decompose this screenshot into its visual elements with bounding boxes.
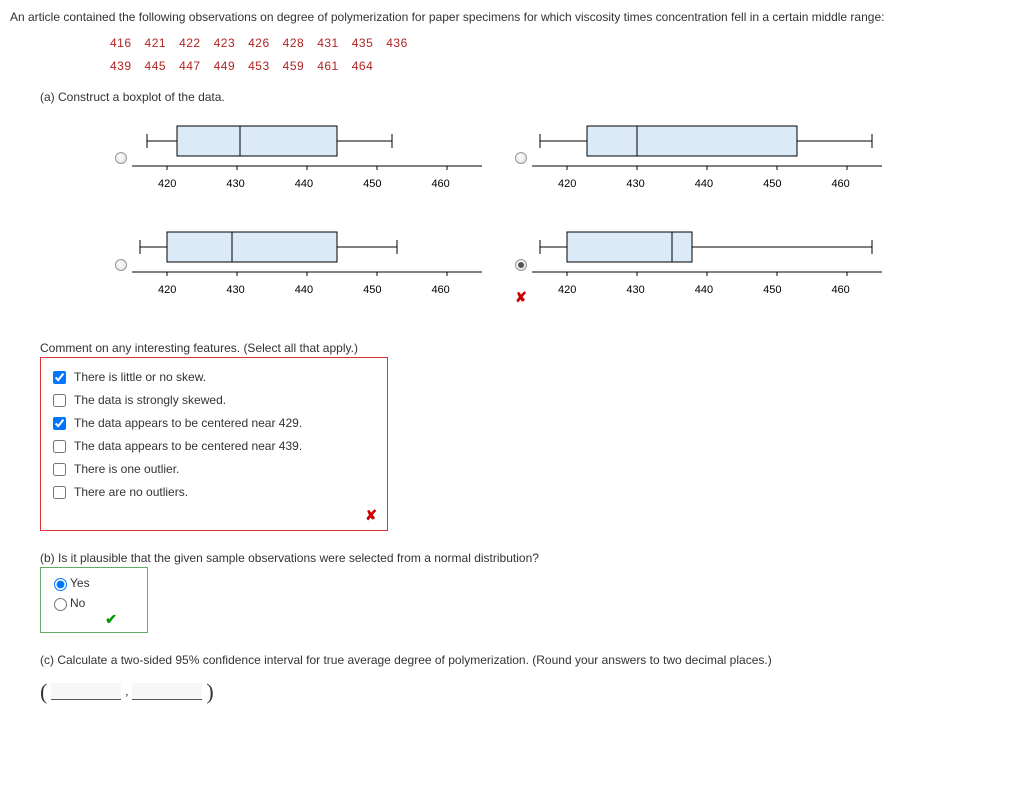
feature-checkbox-group: There is little or no skew. The data is … (40, 357, 388, 531)
yes-no-group: Yes No ✔ (40, 567, 148, 633)
cb-strong-skew[interactable] (53, 394, 66, 407)
data-values: 416421422423426428431435436 439445447449… (110, 32, 1014, 78)
cb-center-429[interactable] (53, 417, 66, 430)
radio-boxplot-4[interactable] (515, 259, 527, 271)
radio-boxplot-1[interactable] (115, 152, 127, 164)
boxplot-options-grid: 420 430 440 450 460 420 430 (110, 116, 930, 329)
part-b-label: (b) Is it plausible that the given sampl… (40, 549, 1014, 567)
cb-one-outlier[interactable] (53, 463, 66, 476)
boxplot-option-1: 420 430 440 450 460 (110, 116, 510, 193)
ci-upper-input[interactable] (132, 683, 202, 700)
boxplot-option-3: 420 430 440 450 460 (110, 222, 510, 299)
ci-lower-input[interactable] (51, 683, 121, 700)
cb-center-439[interactable] (53, 440, 66, 453)
radio-boxplot-3[interactable] (115, 259, 127, 271)
cb-no-skew[interactable] (53, 371, 66, 384)
wrong-icon: ✘ (515, 287, 527, 308)
boxplot-svg-2 (532, 116, 882, 176)
correct-icon: ✔ (105, 609, 117, 630)
boxplot-svg-4 (532, 222, 882, 282)
boxplot-svg-3 (132, 222, 482, 282)
intro-text: An article contained the following obser… (10, 8, 1014, 26)
part-c-label: (c) Calculate a two-sided 95% confidence… (40, 651, 1014, 669)
radio-boxplot-2[interactable] (515, 152, 527, 164)
boxplot-option-4: ✘ 420 430 440 450 460 (510, 222, 910, 299)
boxplot-option-2: 420 430 440 450 460 (510, 116, 910, 193)
boxplot-svg-1 (132, 116, 482, 176)
data-row-2: 439445447449453459461464 (110, 55, 1014, 78)
part-a-label: (a) Construct a boxplot of the data. (40, 88, 1014, 106)
radio-no[interactable] (54, 598, 67, 611)
radio-yes[interactable] (54, 578, 67, 591)
comment-question: Comment on any interesting features. (Se… (40, 339, 1014, 357)
wrong-icon: ✘ (365, 505, 377, 526)
confidence-interval-input: ( , ) (40, 675, 1014, 708)
data-row-1: 416421422423426428431435436 (110, 32, 1014, 55)
cb-no-outliers[interactable] (53, 486, 66, 499)
